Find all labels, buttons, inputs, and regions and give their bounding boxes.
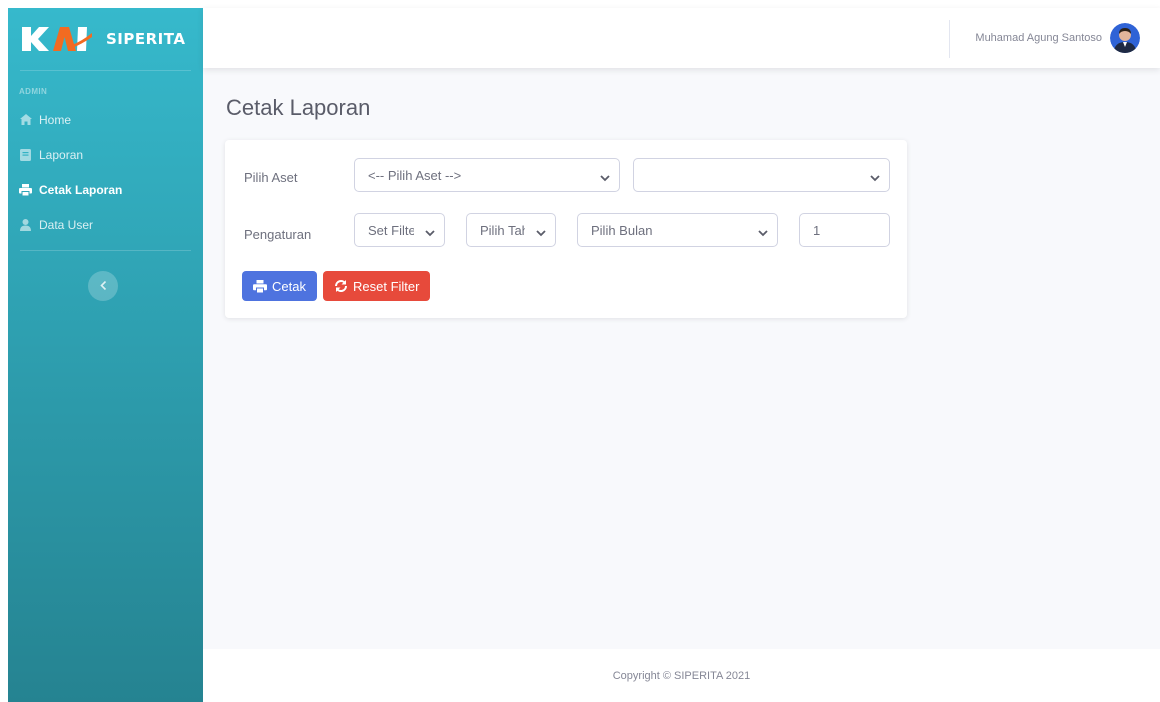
avatar[interactable] bbox=[1110, 23, 1140, 53]
chevron-down-icon bbox=[870, 170, 880, 185]
filter-card: Pilih Aset <-- Pilih Aset --> Pengaturan… bbox=[225, 140, 907, 318]
sidebar-nav: Home Laporan Cetak Laporan Data User bbox=[8, 96, 203, 250]
book-icon bbox=[19, 148, 32, 161]
kai-logo bbox=[20, 24, 94, 54]
footer: Copyright © SIPERITA 2021 bbox=[203, 649, 1160, 702]
chevron-down-icon bbox=[536, 225, 546, 240]
print-icon bbox=[19, 183, 32, 196]
page-title: Cetak Laporan bbox=[226, 95, 371, 120]
topbar-divider bbox=[949, 20, 950, 58]
chevron-down-icon bbox=[425, 225, 435, 240]
sidebar-item-cetak-laporan[interactable]: Cetak Laporan bbox=[8, 172, 203, 207]
brand[interactable]: SIPERITA bbox=[8, 8, 203, 70]
bulan-select[interactable]: Pilih Bulan bbox=[577, 213, 778, 247]
sidebar-heading: ADMIN bbox=[19, 87, 48, 96]
chevron-down-icon bbox=[758, 225, 768, 240]
aset-label: Pilih Aset bbox=[244, 170, 298, 185]
brand-name: SIPERITA bbox=[106, 30, 186, 48]
sidebar-item-data-user[interactable]: Data User bbox=[8, 207, 203, 242]
sidebar-item-label: Home bbox=[39, 112, 72, 127]
user-menu[interactable]: Muhamad Agung Santoso bbox=[975, 23, 1140, 53]
sidebar-toggle-button[interactable] bbox=[88, 271, 118, 301]
print-button[interactable]: Cetak bbox=[242, 271, 317, 301]
chevron-down-icon bbox=[600, 170, 610, 185]
topbar: Muhamad Agung Santoso bbox=[203, 8, 1160, 68]
refresh-icon bbox=[334, 279, 353, 293]
sidebar-toggle-wrap bbox=[8, 251, 203, 301]
print-icon bbox=[253, 279, 272, 293]
user-name: Muhamad Agung Santoso bbox=[975, 32, 1102, 44]
copyright-text: Copyright © SIPERITA 2021 bbox=[612, 669, 751, 682]
pengaturan-label: Pengaturan bbox=[244, 227, 312, 242]
home-icon bbox=[19, 113, 32, 126]
number-input[interactable]: 1 bbox=[799, 213, 890, 247]
reset-filter-button[interactable]: Reset Filter bbox=[323, 271, 431, 301]
user-icon bbox=[19, 218, 32, 231]
chevron-left-icon bbox=[99, 279, 107, 293]
sidebar: SIPERITA ADMIN Home Laporan Cetak Lapora… bbox=[8, 8, 203, 702]
tahun-select[interactable]: Pilih Tahun bbox=[466, 213, 556, 247]
sidebar-item-laporan[interactable]: Laporan bbox=[8, 137, 203, 172]
filter-select[interactable]: Set Filter bbox=[354, 213, 445, 247]
aset-select[interactable]: <-- Pilih Aset --> bbox=[354, 158, 620, 192]
sidebar-item-label: Cetak Laporan bbox=[39, 182, 123, 197]
main-content: Muhamad Agung Santoso Cetak Laporan Pili… bbox=[203, 8, 1160, 702]
aset-sub-select[interactable] bbox=[633, 158, 890, 192]
sidebar-item-label: Data User bbox=[39, 217, 94, 232]
sidebar-item-label: Laporan bbox=[39, 147, 84, 162]
sidebar-item-home[interactable]: Home bbox=[8, 102, 203, 137]
